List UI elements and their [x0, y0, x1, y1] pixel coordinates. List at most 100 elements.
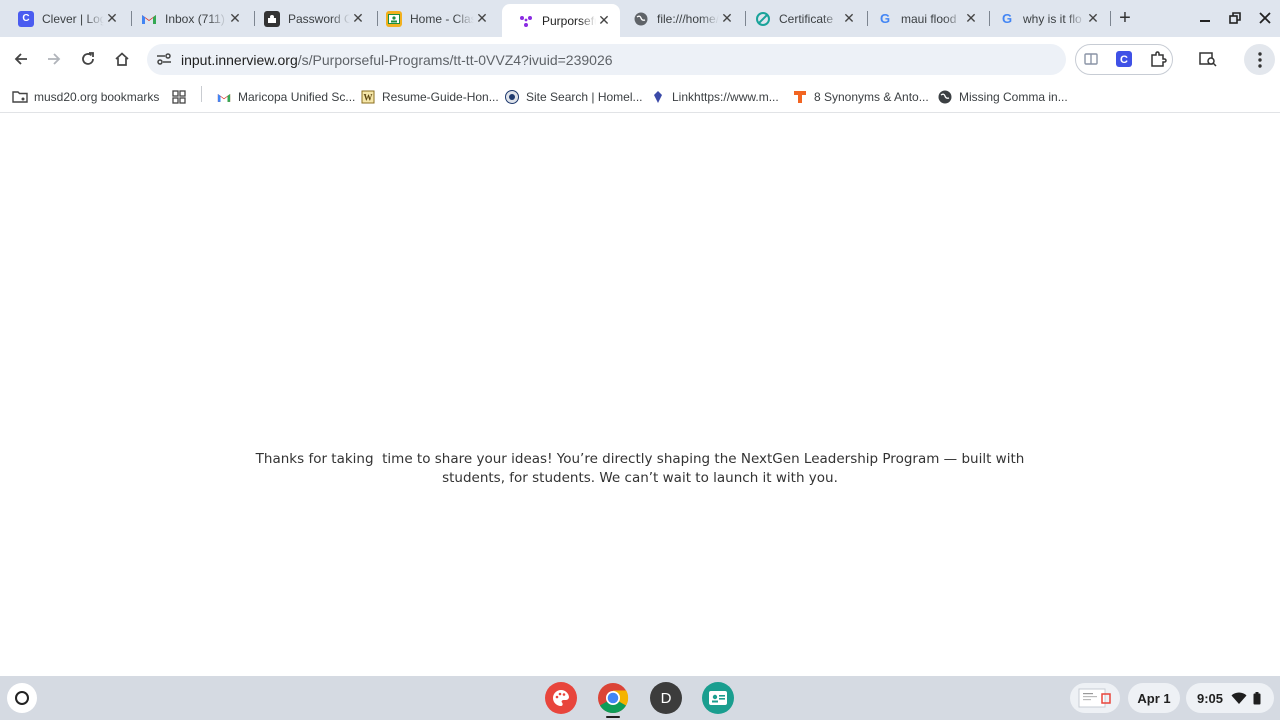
- screen-capture-tray[interactable]: [1070, 683, 1120, 713]
- bookmark-site-search[interactable]: Site Search | Homel...: [504, 86, 643, 108]
- gmail-icon: [216, 89, 232, 105]
- tab-title: Home - Classroom: [410, 11, 474, 26]
- forward-icon[interactable]: [42, 47, 66, 71]
- tab-strip: C Clever | Log in ✕ Inbox (711) - Gmail …: [0, 0, 1280, 37]
- browser-toolbar: input.innerview.org/s/Purporseful-Progra…: [0, 37, 1280, 81]
- close-icon[interactable]: ✕: [963, 10, 979, 27]
- innerview-icon: [518, 13, 534, 29]
- tab-maui-flood[interactable]: G maui flood ✕: [861, 4, 987, 33]
- close-icon[interactable]: ✕: [1085, 10, 1101, 27]
- date-tray[interactable]: Apr 1: [1128, 683, 1180, 713]
- classroom-app-icon[interactable]: [702, 682, 734, 714]
- tab-certificate[interactable]: Certificate ✕: [739, 4, 865, 33]
- address-bar[interactable]: input.innerview.org/s/Purporseful-Progra…: [147, 44, 1066, 75]
- battery-icon: [1253, 691, 1261, 705]
- home-icon[interactable]: [110, 47, 134, 71]
- wifi-icon: [1231, 692, 1247, 705]
- site-info-icon[interactable]: [156, 51, 172, 67]
- resume-icon: W: [360, 89, 376, 105]
- bookmark-label: Resume-Guide-Hon...: [382, 90, 499, 104]
- chrome-icon[interactable]: [597, 682, 629, 714]
- docs-avatar-icon[interactable]: D: [650, 682, 682, 714]
- close-icon[interactable]: ✕: [227, 10, 243, 27]
- bookmark-link[interactable]: Linkhttps://www.m...: [650, 86, 779, 108]
- bookmark-synonyms[interactable]: 8 Synonyms & Anto...: [792, 86, 929, 108]
- bookmark-separator: [201, 86, 202, 102]
- bookmark-label: 8 Synonyms & Anto...: [814, 90, 929, 104]
- google-icon: G: [1001, 11, 1013, 26]
- bookmark-musd20[interactable]: musd20.org bookmarks: [12, 86, 159, 108]
- launcher-button[interactable]: [7, 683, 37, 713]
- managed-folder-icon: [12, 89, 28, 105]
- tab-file[interactable]: file:///home/ ✕: [617, 4, 743, 33]
- close-icon[interactable]: ✕: [841, 10, 857, 27]
- status-tray[interactable]: 9:05: [1186, 683, 1274, 713]
- globe-icon: [937, 89, 953, 105]
- tab-clever[interactable]: C Clever | Log in ✕: [2, 4, 128, 33]
- classroom-icon: [386, 10, 402, 27]
- gmail-icon: [141, 11, 157, 27]
- minimize-icon[interactable]: [1195, 8, 1215, 28]
- url-path: /s/Purporseful-Programs/tt-tt-0VVZ4?ivui…: [297, 51, 613, 68]
- bookmark-label: Linkhttps://www.m...: [672, 90, 779, 104]
- close-window-icon[interactable]: [1255, 8, 1275, 28]
- page-content: Thanks for taking time to share your ide…: [0, 114, 1280, 676]
- apps-grid-icon[interactable]: [172, 86, 186, 108]
- svg-text:W: W: [364, 93, 373, 103]
- tab-title: Clever | Log in: [42, 11, 104, 26]
- reload-icon[interactable]: [76, 47, 100, 71]
- tab-gmail[interactable]: Inbox (711) - Gmail ✕: [125, 4, 251, 33]
- tab-classroom[interactable]: Home - Classroom ✕: [370, 4, 498, 33]
- reading-mode-icon[interactable]: [1081, 49, 1101, 69]
- paint-app-icon[interactable]: [545, 682, 577, 714]
- close-icon[interactable]: ✕: [104, 10, 120, 27]
- bookmark-label: Missing Comma in...: [959, 90, 1068, 104]
- bookmark-resume[interactable]: W Resume-Guide-Hon...: [360, 86, 499, 108]
- close-icon[interactable]: ✕: [350, 10, 366, 27]
- tab-title: Certificate: [779, 11, 834, 26]
- back-icon[interactable]: [9, 47, 33, 71]
- globe-icon: [633, 11, 649, 27]
- launcher-icon: [15, 691, 29, 705]
- homeland-seal-icon: [504, 89, 520, 105]
- thesaurus-icon: [792, 89, 808, 105]
- tab-title: Inbox (711) - Gmail: [165, 11, 227, 26]
- tab-title: Password Generator: [288, 11, 350, 26]
- password-icon: [264, 10, 280, 27]
- tab-separator: [1110, 11, 1111, 26]
- clever-extension-icon[interactable]: C: [1114, 49, 1134, 69]
- thank-you-message: Thanks for taking time to share your ide…: [255, 451, 1029, 486]
- restore-icon[interactable]: [1225, 8, 1245, 28]
- close-icon[interactable]: ✕: [719, 10, 735, 27]
- clever-icon: C: [18, 10, 34, 27]
- avatar-letter: D: [660, 689, 672, 707]
- link-icon: [650, 89, 666, 105]
- tab-why-is-it[interactable]: G why is it flo ✕: [983, 4, 1109, 33]
- new-tab-button[interactable]: +: [1115, 8, 1135, 29]
- url-host: input.innerview.org: [181, 51, 298, 68]
- tab-title: Purporseful Programs: [542, 13, 596, 28]
- google-icon: G: [879, 11, 891, 26]
- close-icon[interactable]: ✕: [474, 10, 490, 27]
- certificate-icon: [755, 11, 771, 27]
- tab-purporseful-active[interactable]: Purporseful Programs ✕: [502, 4, 620, 37]
- tab-title: maui flood: [901, 11, 957, 26]
- active-app-indicator: [606, 716, 620, 718]
- tab-title: file:///home/: [657, 11, 719, 26]
- clock-label: 9:05: [1197, 690, 1224, 706]
- close-icon[interactable]: ✕: [596, 12, 612, 29]
- bookmarks-bar: musd20.org bookmarks Maricopa Unified Sc…: [0, 81, 1280, 113]
- puzzle-icon[interactable]: [1148, 49, 1168, 69]
- bookmark-label: musd20.org bookmarks: [34, 90, 160, 104]
- bookmark-label: Site Search | Homel...: [526, 90, 643, 104]
- tab-password[interactable]: Password Generator ✕: [248, 4, 374, 33]
- date-label: Apr 1: [1137, 690, 1171, 706]
- tab-title: why is it flo: [1023, 11, 1082, 26]
- bookmark-label: Maricopa Unified Sc...: [238, 90, 356, 104]
- tab-search-icon[interactable]: [1198, 49, 1218, 69]
- bookmark-missing-comma[interactable]: Missing Comma in...: [937, 86, 1068, 108]
- system-shelf: D Apr 1 9:05: [0, 676, 1280, 720]
- more-menu-icon[interactable]: [1244, 44, 1275, 75]
- svg-text:C: C: [1120, 54, 1128, 66]
- bookmark-maricopa[interactable]: Maricopa Unified Sc...: [216, 86, 355, 108]
